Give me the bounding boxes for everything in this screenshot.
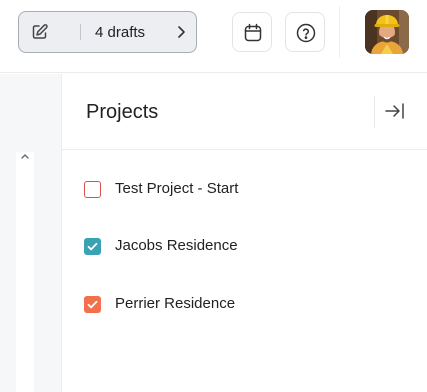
edit-icon xyxy=(32,24,48,39)
top-bar: 4 drafts xyxy=(0,0,427,73)
chevron-up-icon[interactable] xyxy=(20,152,30,162)
project-checkbox[interactable] xyxy=(84,237,101,255)
project-checkbox[interactable] xyxy=(84,295,101,313)
project-item-test-project[interactable]: Test Project - Start xyxy=(84,177,404,201)
check-icon xyxy=(87,300,98,308)
calendar-icon xyxy=(244,23,262,42)
project-label: Perrier Residence xyxy=(115,295,236,312)
avatar-image xyxy=(365,10,409,54)
collapse-right-icon[interactable] xyxy=(384,101,406,121)
projects-panel: Projects Test Project - Start Jacobs Res… xyxy=(62,74,427,392)
project-item-perrier-residence[interactable]: Perrier Residence xyxy=(84,292,404,316)
drafts-button[interactable]: 4 drafts xyxy=(18,11,197,53)
drafts-separator xyxy=(80,24,81,40)
check-icon xyxy=(87,242,98,250)
user-avatar[interactable] xyxy=(365,10,409,54)
project-checkbox[interactable] xyxy=(84,180,101,198)
header-separator xyxy=(374,96,375,128)
scroll-track[interactable] xyxy=(16,152,34,392)
drafts-label: 4 drafts xyxy=(95,24,146,41)
panel-title: Projects xyxy=(86,101,159,123)
help-button[interactable] xyxy=(285,12,325,52)
chevron-right-icon xyxy=(178,26,185,38)
project-item-jacobs-residence[interactable]: Jacobs Residence xyxy=(84,234,404,258)
topbar-divider xyxy=(339,6,340,58)
help-circle-icon xyxy=(296,23,316,43)
panel-header: Projects xyxy=(62,74,427,150)
project-label: Jacobs Residence xyxy=(115,237,238,254)
calendar-button[interactable] xyxy=(232,12,272,52)
project-label: Test Project - Start xyxy=(115,180,239,197)
left-rail xyxy=(0,74,62,392)
